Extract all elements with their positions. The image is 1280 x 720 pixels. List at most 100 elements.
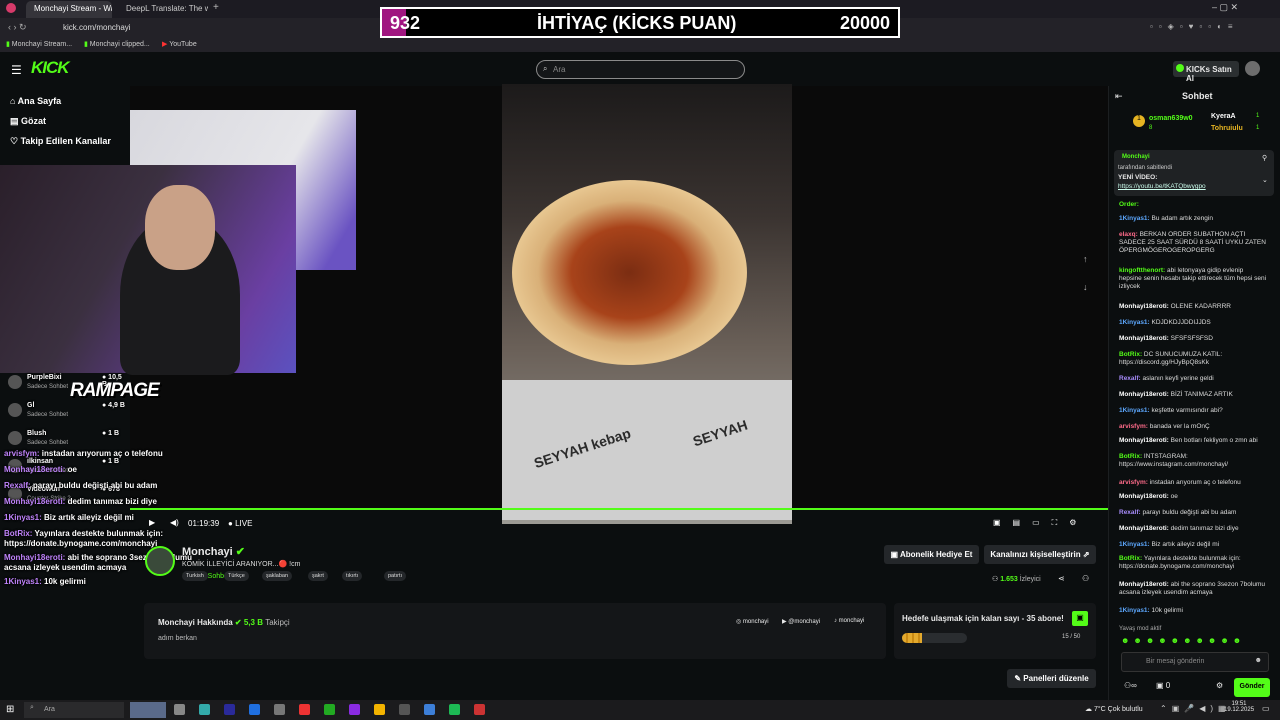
- tab-deepl[interactable]: DeepL Translate: The wo: [118, 1, 208, 18]
- taskbar-widget[interactable]: [130, 702, 166, 718]
- bookmark-item[interactable]: ▮ Monchayi Stream...: [6, 40, 72, 48]
- browser-toolbar-icons[interactable]: ▫▫◈▫♥▫▫◐≡: [1150, 22, 1239, 31]
- video-progress-bar[interactable]: [130, 508, 1108, 510]
- scroll-down-icon[interactable]: ↓: [1083, 282, 1088, 292]
- chat-username[interactable]: 1Kinyas1:: [1119, 407, 1152, 414]
- new-tab-icon[interactable]: +: [213, 2, 219, 13]
- avatar[interactable]: [1245, 61, 1260, 76]
- notifications-icon[interactable]: ▭: [1262, 704, 1270, 713]
- stream-tag[interactable]: patırtı: [384, 571, 407, 581]
- chat-username[interactable]: Monhayi18eroti:: [1119, 391, 1171, 398]
- top-gifter-user[interactable]: Tohruiulu: [1211, 125, 1243, 132]
- chat-username[interactable]: 1Kinyas1:: [1119, 215, 1152, 222]
- taskbar-app-icon[interactable]: [299, 704, 310, 715]
- volume-icon[interactable]: ◀): [170, 518, 179, 527]
- social-tiktok[interactable]: ♪ monchayi: [834, 618, 864, 624]
- taskbar-app-icon[interactable]: [199, 704, 210, 715]
- chat-settings-icon[interactable]: ⚙: [1216, 681, 1223, 690]
- sidebar-item-home[interactable]: ⌂ Ana Sayfa: [10, 96, 61, 106]
- opera-logo-icon[interactable]: [6, 3, 16, 13]
- stream-tag[interactable]: şaklaban: [262, 571, 293, 581]
- player-settings-icons[interactable]: ▣▤▭⛶⚙: [993, 518, 1088, 528]
- chat-username[interactable]: Monhayi18eroti:: [1119, 525, 1171, 532]
- taskbar-app-icon[interactable]: [399, 704, 410, 715]
- stream-tag[interactable]: şakrt: [308, 571, 328, 581]
- pinned-link[interactable]: https://youtu.be/tKATQbwygpo: [1118, 183, 1206, 190]
- bookmark-item[interactable]: ▶ YouTube: [162, 40, 197, 48]
- chat-username[interactable]: elaxq:: [1119, 231, 1140, 238]
- points-icon[interactable]: ⚇∞: [1124, 681, 1137, 690]
- taskbar-app-icon[interactable]: [424, 704, 435, 715]
- gift-icon[interactable]: ▣: [1072, 611, 1088, 626]
- buy-kicks-button[interactable]: KICKs Satın Al: [1173, 61, 1239, 83]
- chat-username[interactable]: Rexalf:: [1119, 375, 1142, 382]
- taskbar-app-icon[interactable]: [449, 704, 460, 715]
- chat-username[interactable]: 1Kinyas1:: [1119, 541, 1152, 548]
- chat-input[interactable]: Bir mesaj gönderin ☻: [1121, 652, 1269, 672]
- chat-username[interactable]: Monhayi18eroti:: [1119, 335, 1171, 342]
- nav-arrows-icon[interactable]: ‹ › ↻: [8, 22, 27, 33]
- taskbar-app-icon[interactable]: [274, 704, 285, 715]
- stream-tag[interactable]: Türkçe: [224, 571, 249, 581]
- play-icon[interactable]: ▶: [149, 518, 155, 527]
- weather-widget[interactable]: ☁ 7°C Çok bulutlu: [1085, 705, 1143, 713]
- url-field[interactable]: kick.com/monchayi: [63, 23, 131, 32]
- chat-username[interactable]: Monhayi18eroti:: [1119, 493, 1171, 500]
- chat-username[interactable]: Rexalf:: [1119, 509, 1142, 516]
- taskbar-app-icon[interactable]: [474, 704, 485, 715]
- share-icon[interactable]: ⋖: [1058, 574, 1065, 583]
- chat-username[interactable]: arvisfym:: [1119, 423, 1150, 430]
- pinned-message[interactable]: Monchayi tarafından sabitlendi YENİ VİDE…: [1114, 150, 1274, 196]
- clock[interactable]: 19:51 19.12.2025: [1224, 701, 1254, 713]
- bookmark-item[interactable]: ▮ Monchayi clipped...: [84, 40, 150, 48]
- send-button[interactable]: Gönder: [1234, 678, 1270, 697]
- chat-username[interactable]: BotRix:: [1119, 555, 1144, 562]
- scroll-up-icon[interactable]: ↑: [1083, 254, 1088, 264]
- system-tray-icons[interactable]: ⌃▣🎤◀)▦: [1160, 704, 1231, 713]
- kick-logo[interactable]: KICK: [31, 58, 70, 78]
- chat-username[interactable]: Monhayi18eroti:: [1119, 437, 1171, 444]
- chat-username[interactable]: kingoftthenort:: [1119, 267, 1167, 274]
- kicks-points[interactable]: ▣ 0: [1156, 681, 1170, 690]
- stream-tag[interactable]: Turkish: [182, 571, 208, 581]
- emoji-icon[interactable]: ☻: [1255, 657, 1262, 664]
- chevron-down-icon[interactable]: ⌄: [1262, 176, 1268, 184]
- chat-username[interactable]: Monhayi18eroti:: [1119, 303, 1171, 310]
- sidebar-item-following[interactable]: ♡ Takip Edilen Kanallar: [10, 136, 111, 147]
- menu-icon[interactable]: ☰: [11, 63, 22, 77]
- customize-channel-button[interactable]: Kanalınızı kişiselleştirin ⇗: [984, 545, 1096, 564]
- sidebar-item-browse[interactable]: ▤ Gözat: [10, 116, 46, 127]
- chat-username[interactable]: arvisfym:: [1119, 479, 1150, 486]
- taskbar-app-icon[interactable]: [174, 704, 185, 715]
- channel-name[interactable]: Monchayi ✔: [182, 545, 245, 558]
- taskbar-app-icon[interactable]: [374, 704, 385, 715]
- top-gifter-user[interactable]: KyeraA: [1211, 113, 1236, 120]
- overlay-chat-text: oe: [67, 465, 77, 474]
- live-indicator[interactable]: ● LIVE: [228, 519, 252, 528]
- taskbar-app-icon[interactable]: [349, 704, 360, 715]
- stream-tag[interactable]: tıkırtı: [342, 571, 363, 581]
- windows-start-icon[interactable]: ⊞: [6, 704, 14, 715]
- chat-username[interactable]: BotRix:: [1119, 351, 1144, 358]
- social-instagram[interactable]: ◎ monchayi: [736, 618, 769, 625]
- taskbar-app-icon[interactable]: [224, 704, 235, 715]
- taskbar-search[interactable]: ⌕ Ara: [24, 702, 124, 718]
- taskbar-app-icon[interactable]: [249, 704, 260, 715]
- social-youtube[interactable]: ▶ @monchayi: [782, 618, 820, 625]
- edit-panels-button[interactable]: ✎ Panelleri düzenle: [1007, 669, 1096, 688]
- chat-username[interactable]: BotRix:: [1119, 453, 1144, 460]
- window-controls[interactable]: – ▢ ✕: [1212, 2, 1238, 13]
- tab-monchayi[interactable]: Monchayi Stream - Watch: [26, 1, 112, 18]
- chat-username[interactable]: Order:: [1119, 201, 1139, 208]
- chat-username[interactable]: 1Kinyas1:: [1119, 607, 1152, 614]
- chat-username[interactable]: 1Kinyas1:: [1119, 319, 1152, 326]
- emote-row[interactable]: ☻☻☻☻☻☻☻☻☻☻: [1121, 636, 1245, 645]
- taskbar-app-icon[interactable]: [324, 704, 335, 715]
- user-settings-icon[interactable]: ⚇: [1082, 574, 1089, 583]
- chat-username[interactable]: Monhayi18eroti:: [1119, 581, 1171, 588]
- channel-avatar[interactable]: [145, 546, 175, 576]
- search-input[interactable]: ⌕ Ara: [536, 60, 745, 79]
- collapse-chat-icon[interactable]: ⇤: [1115, 91, 1123, 102]
- gift-sub-button[interactable]: ▣ Abonelik Hediye Et: [884, 545, 979, 564]
- top-gifter-user[interactable]: osman639w0: [1149, 115, 1193, 122]
